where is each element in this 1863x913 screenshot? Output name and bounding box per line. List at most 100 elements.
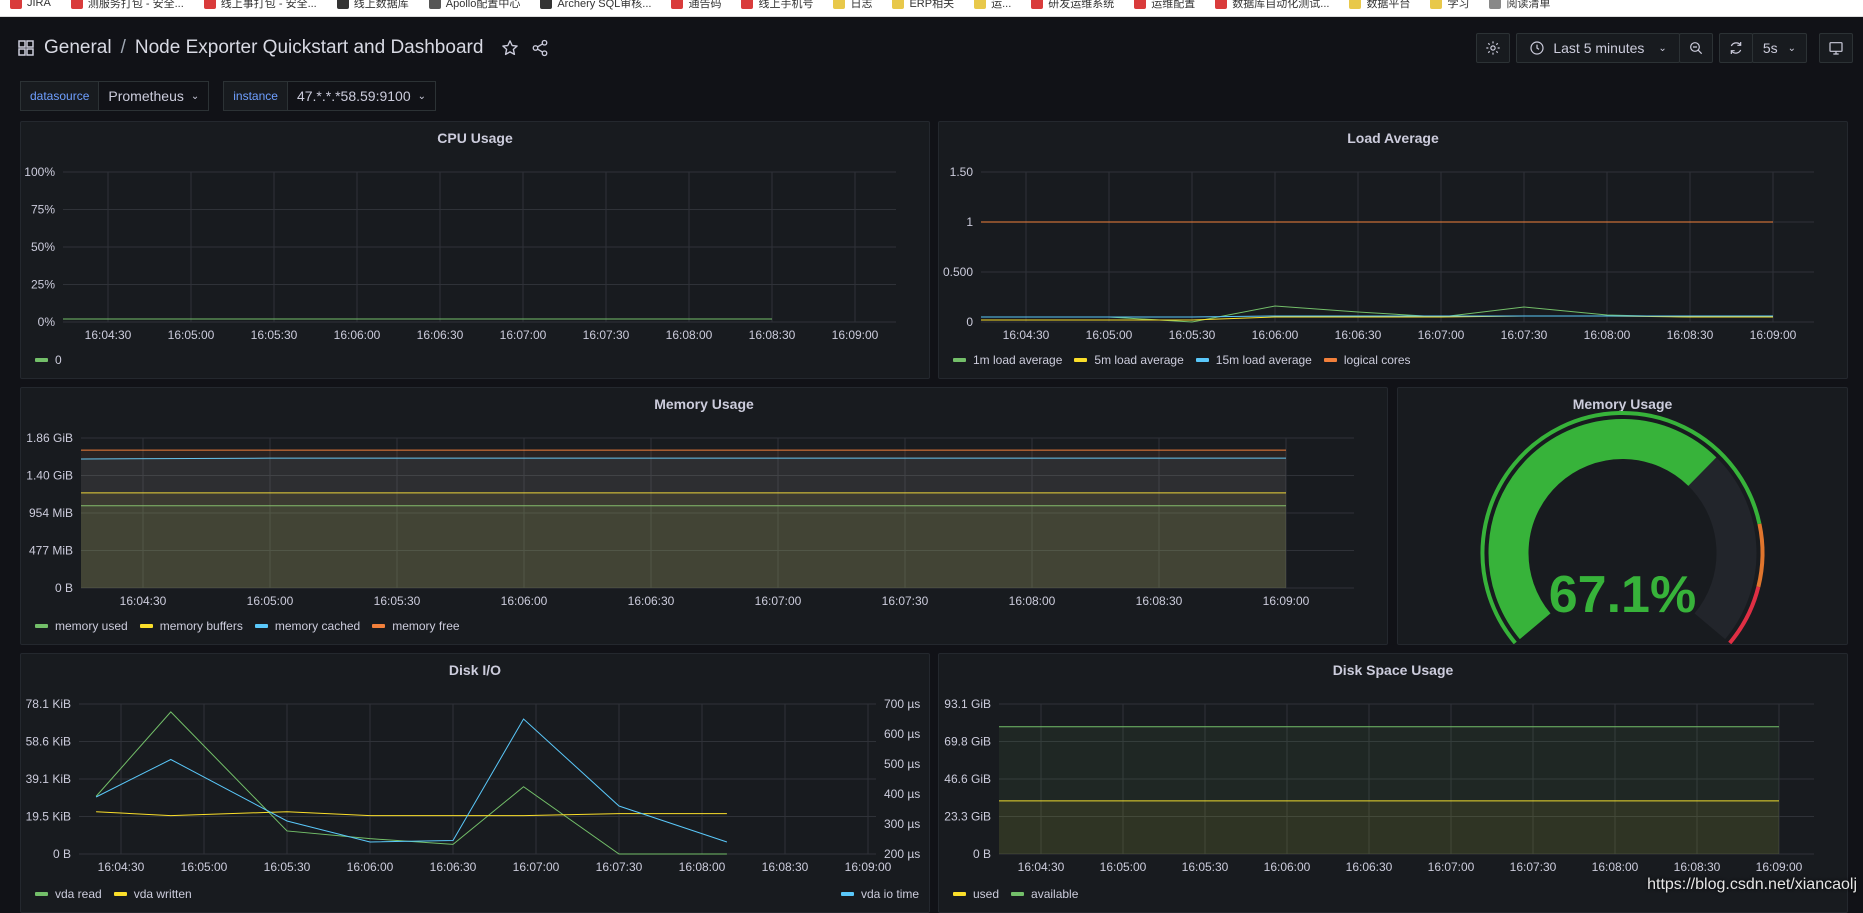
x-tick-label: 16:07:00 (1428, 860, 1475, 874)
chart-cpu[interactable]: 0% 25% 50% 75% 100% 16:04:30 16:05:00 16:05:30 1… (21, 122, 929, 378)
x-tick-label: 16:05:30 (251, 328, 298, 342)
panel-memory-usage[interactable]: Memory Usage 0 B 477 MiB 954 MiB 1.40 GiB 1.… (20, 387, 1388, 645)
bookmark-item[interactable]: 数据库自动化测试... (1205, 0, 1339, 11)
breadcrumb-folder[interactable]: General (44, 37, 112, 59)
chart-disk_io[interactable]: 0 B 19.5 KiB 39.1 KiB 58.6 KiB 78.1 KiB 200 µ… (21, 654, 929, 912)
star-icon[interactable] (501, 39, 519, 57)
x-tick-label: 16:05:30 (1182, 860, 1229, 874)
y-tick-label: 58.6 KiB (26, 735, 71, 749)
variable-select-datasource[interactable]: Prometheus ⌄ (98, 81, 210, 111)
legend-swatch (139, 624, 153, 628)
y2-tick-label: 300 µs (884, 817, 920, 831)
y-tick-label: 1.40 GiB (26, 469, 73, 483)
legend-item[interactable]: vda written (113, 887, 192, 901)
bookmark-item[interactable]: 运... (964, 0, 1021, 11)
bookmark-item[interactable]: 阅读清单 (1479, 0, 1560, 11)
panel-disk-space-usage[interactable]: Disk Space Usage 0 B 23.3 GiB 46.6 GiB 69.8… (938, 653, 1848, 913)
bookmark-icon (671, 0, 684, 9)
x-tick-label: 16:07:30 (1510, 860, 1557, 874)
tv-mode-button[interactable] (1819, 33, 1853, 63)
refresh-button[interactable] (1718, 33, 1753, 63)
legend-swatch (1195, 358, 1209, 362)
y-tick-label: 0 B (973, 847, 991, 861)
chart-disk_space[interactable]: 0 B 23.3 GiB 46.6 GiB 69.8 GiB 93.1 GiB 16:04… (939, 654, 1847, 912)
bookmark-item[interactable]: 线上手机号 (731, 0, 823, 11)
bookmark-icon (428, 0, 441, 9)
legend-item[interactable]: logical cores (1323, 353, 1411, 367)
variable-value-instance: 47.*.*.*58.59:9100 (296, 88, 411, 104)
legend-swatch (372, 624, 386, 628)
legend-item[interactable]: 5m load average (1074, 353, 1184, 367)
bookmark-item[interactable]: 日志 (823, 0, 882, 11)
legend-swatch (254, 624, 268, 628)
legend-item[interactable]: memory free (372, 619, 460, 633)
bookmark-item[interactable]: 研发运维系统 (1021, 0, 1124, 11)
x-tick-label: 16:08:00 (1009, 594, 1056, 608)
panel-cpu-usage[interactable]: CPU Usage 0% 25% 50% 75% 100% 16:04:30 16:05:0… (20, 121, 930, 379)
y-tick-label: 39.1 KiB (26, 772, 71, 786)
x-tick-label: 16:04:30 (85, 328, 132, 342)
series-line-vda-written[interactable] (96, 811, 727, 817)
legend-swatch (1323, 358, 1337, 362)
bookmark-label: Apollo配置中心 (445, 0, 521, 10)
legend-item[interactable]: 15m load average (1195, 353, 1312, 367)
bookmark-item[interactable]: 数据平台 (1339, 0, 1420, 11)
x-tick-label: 16:06:00 (334, 328, 381, 342)
x-tick-label: 16:09:00 (1263, 594, 1310, 608)
legend-label: logical cores (1343, 353, 1411, 367)
bookmark-item[interactable]: JIRA (0, 0, 61, 11)
legend-label: 15m load average (1215, 353, 1312, 367)
legend-item[interactable]: 1m load average (953, 353, 1062, 367)
zoom-out-button[interactable] (1678, 33, 1713, 63)
x-tick-label: 16:08:00 (666, 328, 713, 342)
chevron-down-icon: ⌄ (1658, 42, 1667, 54)
page-title[interactable]: Node Exporter Quickstart and Dashboard (135, 37, 484, 59)
bookmark-item[interactable]: 学习 (1420, 0, 1479, 11)
bookmark-item[interactable]: 线上事打包 - 安全... (194, 0, 327, 11)
chart-memory[interactable]: 0 B 477 MiB 954 MiB 1.40 GiB 1.86 GiB 16:04:3… (21, 388, 1387, 644)
legend-item[interactable]: memory used (35, 619, 128, 633)
legend-item[interactable]: vda read (35, 887, 102, 901)
y2-tick-label: 200 µs (884, 847, 920, 861)
share-icon[interactable] (531, 39, 549, 57)
legend-label: 1m load average (973, 353, 1063, 367)
bookmark-item[interactable]: Archery SQL审核... (530, 0, 661, 11)
legend-item[interactable]: memory buffers (139, 619, 243, 633)
watermark: https://blog.csdn.net/xiancaolj (1647, 876, 1857, 893)
y-tick-label: 0% (38, 315, 56, 329)
series-line-vda-read[interactable] (95, 711, 727, 855)
legend-item[interactable]: 0 (35, 353, 62, 367)
bookmark-item[interactable]: ERP相关 (882, 0, 964, 11)
panel-disk-io[interactable]: Disk I/O 0 B 19.5 KiB 39.1 KiB 58.6 KiB 78.1… (20, 653, 930, 913)
legend-item[interactable]: available (1011, 887, 1078, 901)
variable-value-datasource: Prometheus (108, 88, 184, 104)
y-tick-label: 69.8 GiB (944, 735, 991, 749)
time-range-picker[interactable]: Last 5 minutes ⌄ (1516, 33, 1680, 63)
dashboards-grid-icon (18, 40, 34, 56)
y-tick-label: 78.1 KiB (26, 697, 71, 711)
series-line-vda-io-time[interactable] (95, 718, 728, 843)
legend-label: 5m load average (1094, 353, 1184, 367)
x-tick-label: 16:08:30 (749, 328, 796, 342)
y-tick-label: 25% (31, 278, 55, 292)
x-tick-label: 16:05:30 (374, 594, 421, 608)
legend-item[interactable]: vda io time (841, 887, 919, 901)
refresh-interval-picker[interactable]: 5s ⌄ (1751, 33, 1807, 63)
x-tick-label: 16:07:00 (755, 594, 802, 608)
x-tick-label: 16:06:00 (501, 594, 548, 608)
bookmark-item[interactable]: Apollo配置中心 (419, 0, 531, 11)
chart-load[interactable]: 0 0.500 1 1.50 16:04:30 16:05:00 16:05:30 16:06… (939, 122, 1847, 378)
clock-icon (1530, 41, 1544, 55)
y-tick-label: 0 B (55, 581, 73, 595)
panel-load-average[interactable]: Load Average 0 0.500 1 1.50 16:04:30 16:05:00… (938, 121, 1848, 379)
bookmark-item[interactable]: 线上数据库 (327, 0, 419, 11)
variable-select-instance[interactable]: 47.*.*.*58.59:9100 ⌄ (286, 81, 436, 111)
legend-item[interactable]: memory cached (254, 619, 360, 633)
legend-item[interactable]: used (953, 887, 999, 901)
bookmark-icon (1031, 0, 1044, 9)
bookmark-item[interactable]: 通告码 (661, 0, 731, 11)
dashboard-settings-button[interactable] (1476, 33, 1511, 63)
bookmark-item[interactable]: 运维配置 (1124, 0, 1205, 11)
x-tick-label: 16:09:00 (832, 328, 879, 342)
bookmark-item[interactable]: 测服务打包 - 安全... (61, 0, 194, 11)
